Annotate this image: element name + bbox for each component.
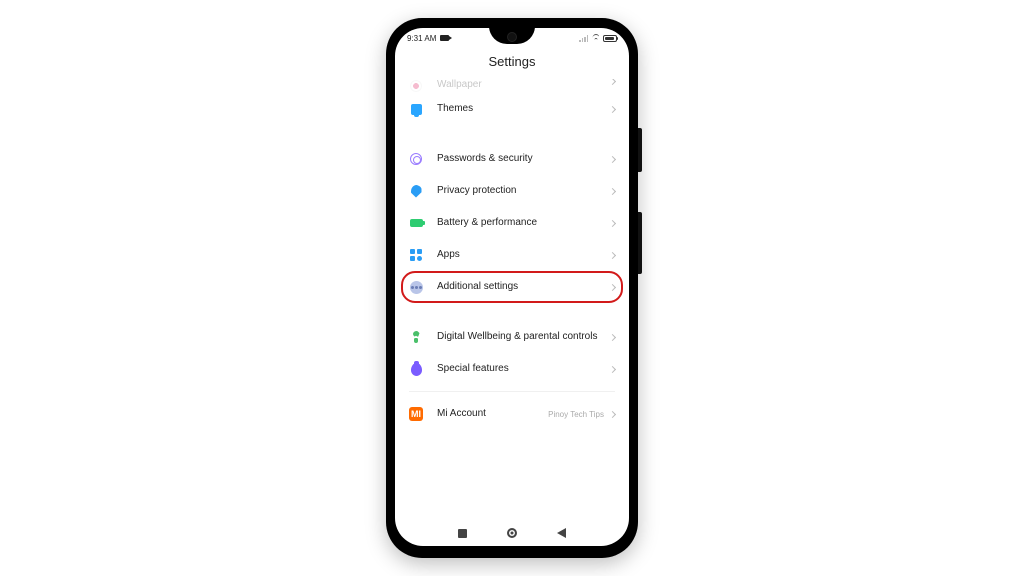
chevron-right-icon: [609, 365, 616, 372]
chevron-right-icon: [609, 79, 616, 85]
row-additional-settings[interactable]: Additional settings: [395, 271, 629, 303]
status-time: 9:31 AM: [407, 34, 436, 43]
battery-icon: [603, 35, 617, 42]
row-label: Wallpaper: [437, 79, 610, 92]
power-button[interactable]: [638, 128, 642, 172]
chevron-right-icon: [609, 105, 616, 112]
chevron-right-icon: [609, 251, 616, 258]
nav-home-button[interactable]: [507, 528, 517, 538]
chevron-right-icon: [609, 219, 616, 226]
row-special-features[interactable]: Special features: [395, 353, 629, 385]
row-privacy-protection[interactable]: Privacy protection: [395, 175, 629, 207]
themes-icon: [409, 102, 423, 116]
wallpaper-icon: [409, 79, 423, 93]
chevron-right-icon: [609, 155, 616, 162]
row-label: Additional settings: [437, 281, 610, 294]
phone-frame: 9:31 AM Settings Wallpaper Themes: [386, 18, 638, 558]
page-title: Settings: [395, 54, 629, 69]
row-label: Special features: [437, 363, 610, 376]
shield-icon: [409, 184, 423, 198]
apps-icon: [409, 248, 423, 262]
row-passwords-security[interactable]: Passwords & security: [395, 143, 629, 175]
volume-button[interactable]: [638, 212, 642, 274]
row-digital-wellbeing[interactable]: Digital Wellbeing & parental controls: [395, 321, 629, 353]
row-label: Digital Wellbeing & parental controls: [437, 331, 610, 344]
chevron-right-icon: [609, 283, 616, 290]
row-label: Themes: [437, 103, 610, 116]
row-label: Battery & performance: [437, 217, 610, 230]
chevron-right-icon: [609, 187, 616, 194]
row-label: Apps: [437, 249, 610, 262]
section-divider: [409, 391, 615, 392]
signal-icon: [579, 35, 588, 42]
nav-bar: [395, 520, 629, 546]
chevron-right-icon: [609, 410, 616, 417]
nav-back-button[interactable]: [557, 528, 566, 538]
row-wallpaper[interactable]: Wallpaper: [395, 79, 629, 93]
wifi-icon: [591, 35, 600, 42]
row-label: Privacy protection: [437, 185, 610, 198]
additional-icon: [409, 280, 423, 294]
row-apps[interactable]: Apps: [395, 239, 629, 271]
fingerprint-icon: [409, 152, 423, 166]
row-battery-performance[interactable]: Battery & performance: [395, 207, 629, 239]
battery-icon: [409, 216, 423, 230]
phone-screen: 9:31 AM Settings Wallpaper Themes: [395, 28, 629, 546]
nav-recents-button[interactable]: [458, 529, 467, 538]
page-header: Settings: [395, 48, 629, 79]
recording-icon: [440, 35, 449, 41]
mi-logo-icon: MI: [409, 407, 423, 421]
chevron-right-icon: [609, 333, 616, 340]
special-icon: [409, 362, 423, 376]
row-label: Passwords & security: [437, 153, 610, 166]
row-mi-account[interactable]: MI Mi Account Pinoy Tech Tips: [395, 398, 629, 430]
row-sublabel: Pinoy Tech Tips: [548, 410, 604, 419]
wellbeing-icon: [409, 330, 423, 344]
settings-list[interactable]: Wallpaper Themes Passwords & security Pr…: [395, 79, 629, 520]
row-label: Mi Account: [437, 408, 548, 421]
row-themes[interactable]: Themes: [395, 93, 629, 125]
